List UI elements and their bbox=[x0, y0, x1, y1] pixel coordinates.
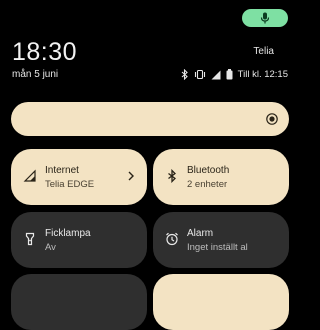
tile-flashlight[interactable]: Ficklampa Av bbox=[11, 212, 147, 268]
date-label[interactable]: mån 5 juni bbox=[12, 69, 58, 80]
tile-bluetooth-title: Bluetooth bbox=[187, 165, 230, 176]
brightness-slider[interactable] bbox=[11, 102, 289, 136]
brightness-icon bbox=[266, 113, 278, 125]
microphone-icon bbox=[260, 12, 270, 24]
alarm-time-label: Till kl. 12:15 bbox=[237, 69, 288, 80]
tile-internet-title: Internet bbox=[45, 165, 79, 176]
bluetooth-icon bbox=[181, 69, 188, 80]
clock-time[interactable]: 18:30 bbox=[12, 38, 77, 67]
tile-flashlight-title: Ficklampa bbox=[45, 228, 91, 239]
mic-indicator[interactable] bbox=[242, 9, 288, 27]
tile-alarm[interactable]: Alarm Inget inställt al bbox=[153, 212, 289, 268]
tile-internet-subtitle: Telia EDGE bbox=[45, 179, 95, 190]
tile-partial-right[interactable] bbox=[153, 274, 289, 330]
battery-icon bbox=[226, 69, 233, 80]
tile-bluetooth-subtitle: 2 enheter bbox=[187, 179, 228, 190]
flashlight-icon bbox=[25, 232, 35, 246]
tile-partial-left[interactable] bbox=[11, 274, 147, 330]
tile-flashlight-subtitle: Av bbox=[45, 242, 56, 253]
alarm-icon bbox=[166, 232, 178, 246]
tile-bluetooth[interactable]: Bluetooth 2 enheter bbox=[153, 149, 289, 205]
bluetooth-icon bbox=[168, 169, 176, 183]
status-icons: Till kl. 12:15 bbox=[181, 69, 288, 80]
tile-alarm-subtitle: Inget inställt al bbox=[187, 242, 248, 253]
tile-alarm-title: Alarm bbox=[187, 228, 214, 239]
tile-internet[interactable]: Internet Telia EDGE bbox=[11, 149, 147, 205]
chevron-right-icon[interactable] bbox=[127, 170, 135, 182]
vibrate-icon bbox=[194, 69, 205, 80]
signal-icon bbox=[23, 169, 36, 182]
signal-icon bbox=[211, 70, 221, 79]
carrier-label: Telia bbox=[253, 46, 274, 57]
